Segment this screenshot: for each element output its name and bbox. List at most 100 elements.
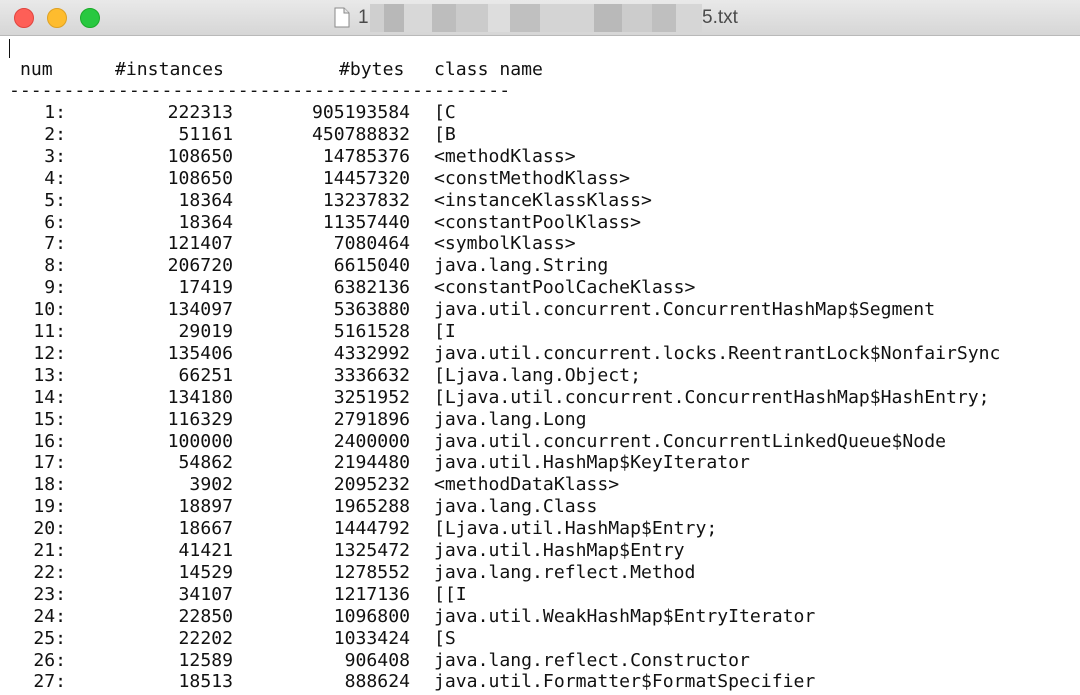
title-redaction-mosaic <box>370 4 702 32</box>
row-instances: 3902 <box>189 474 233 496</box>
table-row: 25: 22202 1033424 [S <box>0 628 1080 650</box>
row-num: 12: <box>33 342 66 364</box>
row-num: 26: <box>33 649 66 671</box>
row-class-name: java.lang.Class <box>434 496 598 518</box>
row-instances: 134097 <box>167 299 233 321</box>
window-title-prefix: 1 <box>358 7 369 28</box>
row-num: 24: <box>33 605 66 627</box>
document-icon <box>334 7 350 28</box>
row-bytes: 1965288 <box>333 496 410 518</box>
table-row: 12: 135406 4332992 java.util.concurrent.loc… <box>0 343 1080 365</box>
row-instances: 108650 <box>167 167 233 189</box>
row-bytes: 1325472 <box>333 540 410 561</box>
row-instances: 29019 <box>178 321 233 342</box>
row-class-name: java.util.Formatter$FormatSpecifier <box>434 671 816 693</box>
row-num: 2: <box>44 123 66 145</box>
row-instances: 17419 <box>178 277 233 299</box>
row-bytes: 11357440 <box>322 211 410 233</box>
row-num: 13: <box>33 364 66 386</box>
row-instances: 12589 <box>178 649 233 671</box>
row-bytes: 14785376 <box>322 145 410 167</box>
window-title-suffix: 5.txt <box>702 7 738 28</box>
row-bytes: 1096800 <box>333 605 410 627</box>
row-bytes: 7080464 <box>333 233 410 255</box>
row-bytes: 2194480 <box>333 452 410 474</box>
row-class-name: <constantPoolKlass> <box>434 211 641 233</box>
table-row: 19: 18897 1965288 java.lang.Class <box>0 496 1080 518</box>
row-instances: 116329 <box>167 408 233 430</box>
row-instances: 22850 <box>178 605 233 627</box>
header-class-name: class name <box>434 59 543 80</box>
row-class-name: <instanceKlassKlass> <box>434 189 652 211</box>
row-num: 6: <box>44 211 66 233</box>
row-instances: 66251 <box>178 364 233 386</box>
row-class-name: <methodDataKlass> <box>434 474 620 496</box>
row-instances: 206720 <box>167 255 233 277</box>
table-row: 24: 22850 1096800 java.util.WeakHashMap$Ent… <box>0 606 1080 628</box>
row-bytes: 1444792 <box>333 518 410 540</box>
header-separator: ----------------------------------------… <box>9 80 511 101</box>
table-row: 27: 18513 888624 java.util.Formatter$Format… <box>0 671 1080 693</box>
row-num: 4: <box>44 167 66 189</box>
zoom-window-button[interactable] <box>80 8 100 28</box>
row-num: 3: <box>44 145 66 167</box>
row-instances: 18364 <box>178 211 233 233</box>
text-content-area[interactable]: num #instances #bytes class name -------… <box>0 36 1080 695</box>
row-num: 21: <box>33 540 66 561</box>
row-class-name: [[I <box>434 583 467 605</box>
row-instances: 18667 <box>178 518 233 540</box>
row-class-name: [I <box>434 321 456 342</box>
row-class-name: java.util.concurrent.ConcurrentHashMap$S… <box>434 299 936 321</box>
row-instances: 14529 <box>178 561 233 583</box>
row-num: 1: <box>44 102 66 123</box>
table-row: 1: 222313 905193584 [C <box>0 102 1080 124</box>
table-row: 13: 66251 3336632 [Ljava.lang.Object; <box>0 365 1080 387</box>
row-bytes: 13237832 <box>322 189 410 211</box>
minimize-window-button[interactable] <box>47 8 67 28</box>
row-class-name: [Ljava.lang.Object; <box>434 364 641 386</box>
row-bytes: 6615040 <box>333 255 410 277</box>
table-row: 18: 3902 2095232 <methodDataKlass> <box>0 474 1080 496</box>
row-num: 14: <box>33 386 66 408</box>
row-num: 7: <box>44 233 66 255</box>
row-instances: 222313 <box>167 102 233 123</box>
row-class-name: java.util.WeakHashMap$EntryIterator <box>434 605 816 627</box>
row-bytes: 906408 <box>344 649 410 671</box>
row-bytes: 3336632 <box>333 364 410 386</box>
row-class-name: java.util.concurrent.ConcurrentLinkedQue… <box>434 430 946 452</box>
row-instances: 18364 <box>178 189 233 211</box>
row-bytes: 2400000 <box>333 430 410 452</box>
row-class-name: [C <box>434 102 456 123</box>
table-row: 5: 18364 13237832 <instanceKlassKlass> <box>0 190 1080 212</box>
table-row: 26: 12589 906408 java.lang.reflect.Construc… <box>0 650 1080 672</box>
table-row: 22: 14529 1278552 java.lang.reflect.Method <box>0 562 1080 584</box>
close-window-button[interactable] <box>14 8 34 28</box>
row-num: 17: <box>33 452 66 474</box>
row-class-name: <constantPoolCacheKlass> <box>434 277 696 299</box>
row-instances: 108650 <box>167 145 233 167</box>
row-num: 19: <box>33 496 66 518</box>
row-num: 11: <box>33 321 66 342</box>
row-num: 8: <box>44 255 66 277</box>
row-instances: 34107 <box>178 583 233 605</box>
row-num: 22: <box>33 561 66 583</box>
row-num: 20: <box>33 518 66 540</box>
row-bytes: 1033424 <box>333 627 410 649</box>
row-bytes: 4332992 <box>333 342 410 364</box>
table-header: num #instances #bytes class name <box>0 59 1080 81</box>
row-bytes: 5161528 <box>333 321 410 342</box>
row-class-name: java.lang.Long <box>434 408 587 430</box>
row-bytes: 5363880 <box>333 299 410 321</box>
row-class-name: <symbolKlass> <box>434 233 576 255</box>
row-num: 25: <box>33 627 66 649</box>
row-instances: 54862 <box>178 452 233 474</box>
row-class-name: [B <box>434 123 456 145</box>
table-row: 23: 34107 1217136 [[I <box>0 584 1080 606</box>
row-instances: 135406 <box>167 342 233 364</box>
row-bytes: 888624 <box>344 671 410 693</box>
row-bytes: 6382136 <box>333 277 410 299</box>
row-num: 16: <box>33 430 66 452</box>
row-bytes: 1278552 <box>333 561 410 583</box>
title-bar[interactable]: 1 5.txt <box>0 0 1080 36</box>
table-row: 11: 29019 5161528 [I <box>0 321 1080 343</box>
